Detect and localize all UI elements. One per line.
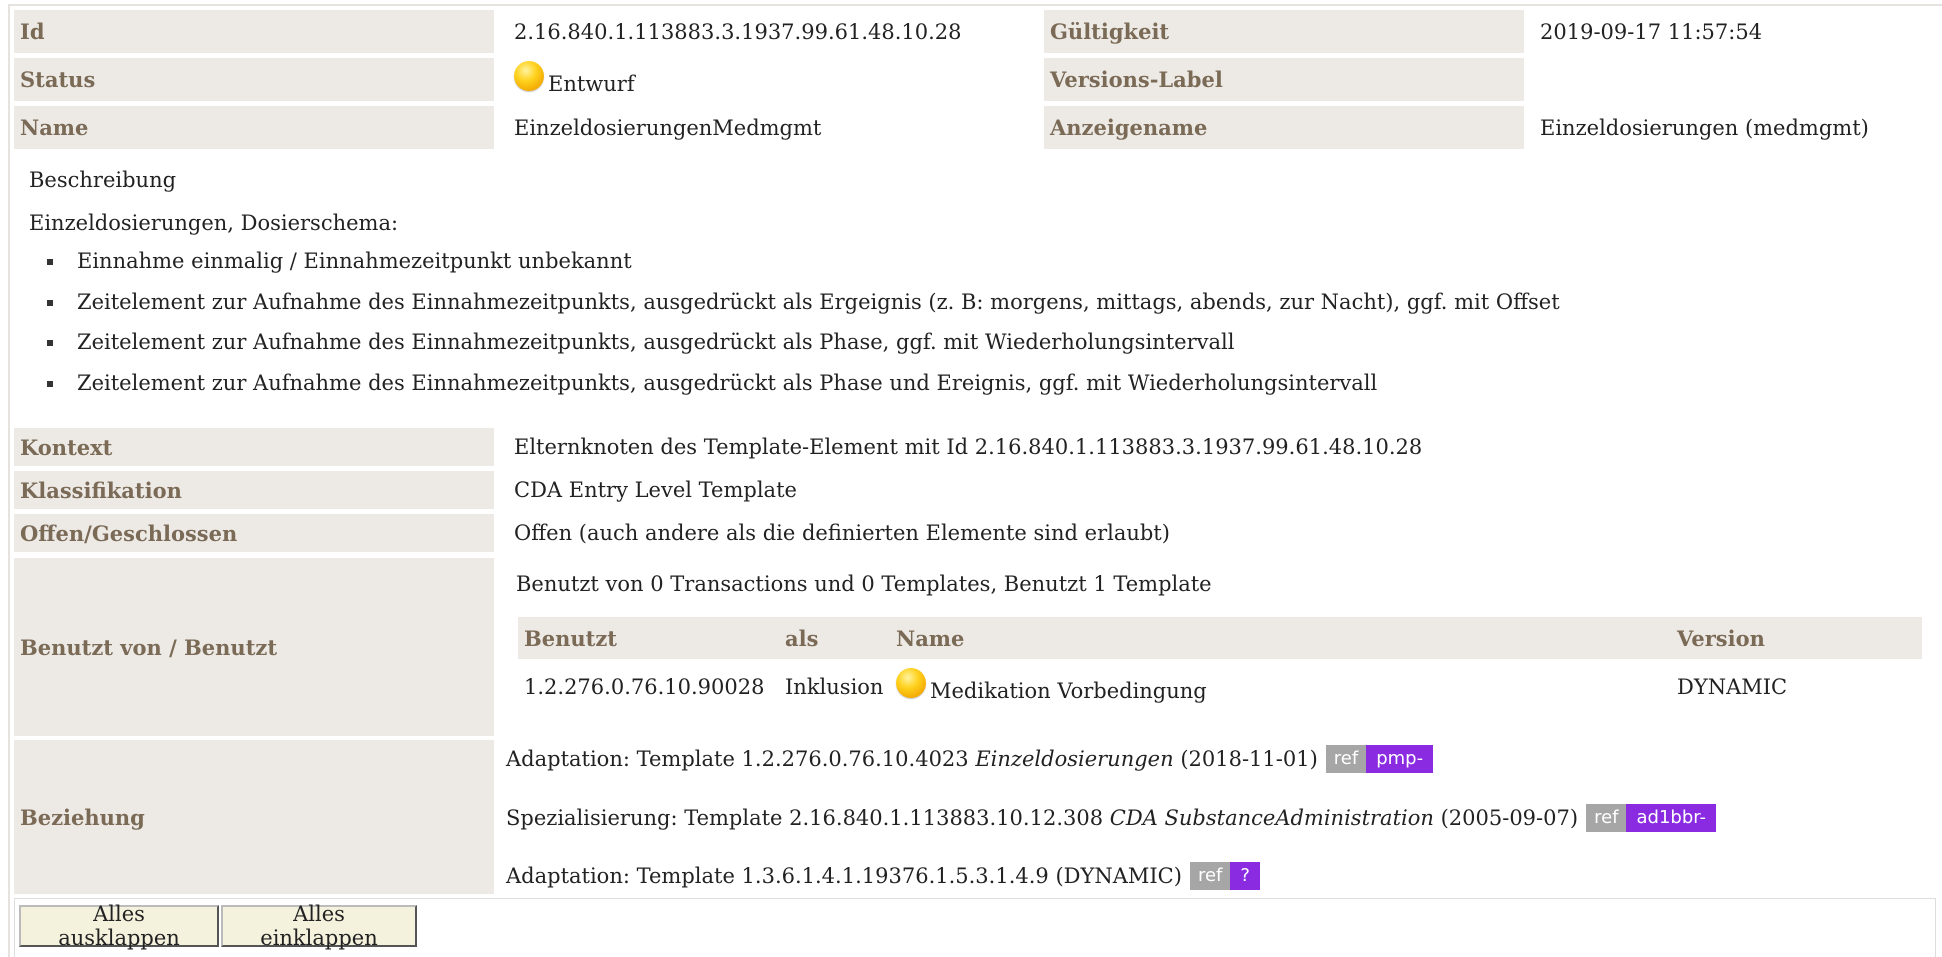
list-item: Zeitelement zur Aufnahme des Einnahmezei…	[29, 287, 1560, 328]
relation-prefix: Adaptation: Template 1.2.276.0.76.10.402…	[506, 747, 969, 771]
row-open-closed: Offen/Geschlossen Offen (auch andere als…	[14, 514, 1942, 552]
row-classification: Klassifikation CDA Entry Level Template	[14, 471, 1942, 509]
ref-badge[interactable]: ref	[1325, 745, 1367, 773]
project-badge[interactable]: ad1bbr-	[1626, 804, 1716, 832]
open-closed-value: Offen (auch andere als die definierten E…	[514, 521, 1170, 545]
context-label: Kontext	[14, 428, 494, 466]
version-label: Versions-Label	[1044, 58, 1524, 101]
list-item: Zeitelement zur Aufnahme des Einnahmezei…	[29, 368, 1560, 409]
usage-summary: Benutzt von 0 Transactions und 0 Templat…	[516, 572, 1212, 596]
name-label: Name	[14, 106, 494, 149]
frame-top-border	[8, 4, 1942, 6]
column-header-name: Name	[896, 625, 965, 651]
status-value: Entwurf	[506, 58, 1054, 101]
button-bar: Alles ausklappen Alles einklappen	[14, 898, 1936, 957]
id-label: Id	[14, 10, 494, 53]
relation-prefix: Spezialisierung: Template 2.16.840.1.113…	[506, 806, 1104, 830]
relation-name[interactable]: Einzeldosierungen	[975, 747, 1173, 771]
ref-badge[interactable]: ref	[1189, 862, 1231, 890]
row-name: Name EinzeldosierungenMedmgmt Anzeigenam…	[14, 106, 1942, 149]
row-context: Kontext Elternknoten des Template-Elemen…	[14, 428, 1942, 466]
relation-label: Beziehung	[14, 740, 494, 894]
validity-label: Gültigkeit	[1044, 10, 1524, 53]
usage-table-header: Benutzt als Name Version	[518, 617, 1922, 659]
project-badge[interactable]: ?	[1230, 862, 1260, 890]
row-id: Id 2.16.840.1.113883.3.1937.99.61.48.10.…	[14, 10, 1942, 53]
usage-row-as: Inklusion	[785, 675, 884, 699]
display-name-value: Einzeldosierungen (medmgmt)	[1540, 115, 1869, 140]
template-detail-page: Id 2.16.840.1.113883.3.1937.99.61.48.10.…	[0, 0, 1942, 957]
ref-badge[interactable]: ref	[1586, 804, 1627, 832]
description-list: Einnahme einmalig / Einnahmezeitpunkt un…	[29, 246, 1560, 408]
frame-left-border	[8, 4, 10, 957]
usage-row-version: DYNAMIC	[1677, 675, 1788, 699]
classification-value: CDA Entry Level Template	[514, 478, 797, 502]
relation-suffix: (2018-11-01)	[1180, 747, 1318, 771]
id-value: 2.16.840.1.113883.3.1937.99.61.48.10.28	[514, 19, 962, 44]
display-name-label: Anzeigename	[1044, 106, 1524, 149]
usage-label: Benutzt von / Benutzt	[14, 558, 494, 736]
column-header-version: Version	[1677, 625, 1765, 651]
status-draft-icon	[514, 60, 544, 91]
relation-line-0: Adaptation: Template 1.2.276.0.76.10.402…	[506, 744, 1434, 774]
open-closed-label: Offen/Geschlossen	[14, 514, 494, 552]
table-row[interactable]: 1.2.276.0.76.10.90028 Inklusion Medikati…	[518, 664, 1922, 710]
column-header-used: Benutzt	[524, 625, 617, 651]
list-item: Einnahme einmalig / Einnahmezeitpunkt un…	[29, 246, 1560, 287]
relation-name[interactable]: CDA SubstanceAdministration	[1110, 806, 1434, 830]
row-status: Status Entwurf Versions-Label	[14, 58, 1942, 101]
usage-row-id[interactable]: 1.2.276.0.76.10.90028	[518, 664, 778, 710]
description-heading: Beschreibung	[29, 168, 177, 192]
relation-line-2: Adaptation: Template 1.3.6.1.4.1.19376.1…	[506, 861, 1260, 891]
context-value: Elternknoten des Template-Element mit Id…	[514, 435, 1423, 459]
relation-prefix: Adaptation: Template 1.3.6.1.4.1.19376.1…	[506, 864, 1182, 888]
name-value: EinzeldosierungenMedmgmt	[514, 115, 822, 140]
description-intro: Einzeldosierungen, Dosierschema:	[29, 211, 399, 235]
usage-row-name-cell[interactable]: Medikation Vorbedingung	[890, 664, 1670, 710]
version-value	[1532, 58, 1932, 101]
expand-all-button[interactable]: Alles ausklappen	[19, 902, 219, 950]
usage-row-name[interactable]: Medikation Vorbedingung	[930, 679, 1207, 703]
status-text: Entwurf	[548, 71, 635, 96]
row-relation: Beziehung	[14, 740, 494, 894]
validity-value: 2019-09-17 11:57:54	[1540, 19, 1763, 44]
classification-label: Klassifikation	[14, 471, 494, 509]
relation-line-1: Spezialisierung: Template 2.16.840.1.113…	[506, 803, 1716, 833]
status-draft-icon	[896, 668, 926, 698]
status-label: Status	[14, 58, 494, 101]
collapse-all-button[interactable]: Alles einklappen	[221, 902, 417, 950]
list-item: Zeitelement zur Aufnahme des Einnahmezei…	[29, 327, 1560, 368]
column-header-as: als	[785, 625, 819, 651]
row-usage: Benutzt von / Benutzt	[14, 558, 494, 736]
project-badge[interactable]: pmp-	[1366, 745, 1434, 773]
relation-suffix: (2005-09-07)	[1440, 806, 1579, 830]
